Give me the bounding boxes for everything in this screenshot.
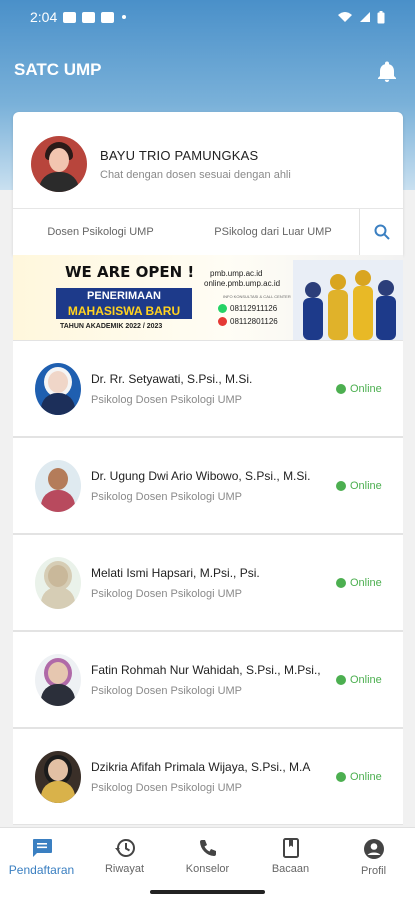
counselor-list: Dr. Rr. Setyawati, S.Psi., M.Si. Psikolo… xyxy=(13,340,403,825)
signal-icon xyxy=(360,12,370,22)
nav-konselor[interactable]: Konselor xyxy=(166,828,249,885)
nav-label: Konselor xyxy=(185,863,230,875)
counselor-name: Dr. Rr. Setyawati, S.Psi., M.Si. xyxy=(91,371,253,386)
banner-phone-1: 08112911126 xyxy=(230,304,278,313)
category-tabs: Dosen Psikologi UMP PSikolog dari Luar U… xyxy=(13,208,403,255)
gesture-area xyxy=(0,885,415,900)
banner-line-2: MAHASISWA BARU xyxy=(67,304,181,318)
counselor-name: Fatin Rohmah Nur Wahidah, S.Psi., M.Psi.… xyxy=(91,662,321,677)
whatsapp-icon xyxy=(218,304,227,313)
counselor-role: Psikolog Dosen Psikologi UMP xyxy=(91,490,243,503)
banner-website-2: online.pmb.ump.ac.id xyxy=(204,279,281,288)
banner-info-label: INFO KONSULTASI & CALL CENTER xyxy=(223,294,291,299)
wifi-icon xyxy=(338,12,352,22)
counselor-role: Psikolog Dosen Psikologi UMP xyxy=(91,684,243,697)
book-icon xyxy=(282,838,299,858)
counselor-name: Melati Ismi Hapsari, M.Psi., Psi. xyxy=(91,565,260,580)
search-button[interactable] xyxy=(359,209,403,255)
online-status: Online xyxy=(336,383,382,395)
banner-headline: WE ARE OPEN ! xyxy=(65,263,195,281)
nav-bacaan[interactable]: Bacaan xyxy=(249,828,332,885)
students-illustration xyxy=(293,260,403,340)
list-item[interactable]: Dr. Ugung Dwi Ario Wibowo, S.Psi., M.Si.… xyxy=(13,437,403,534)
app-title: SATC UMP xyxy=(14,60,102,79)
banner-tag: PENERIMAAN MAHASISWA BARU xyxy=(56,288,192,319)
list-item[interactable]: Dzikria Afifah Primala Wijaya, S.Psi., M… xyxy=(13,728,403,825)
online-status: Online xyxy=(336,674,382,686)
nav-profil[interactable]: Profil xyxy=(332,828,415,885)
admission-banner[interactable]: WE ARE OPEN ! PENERIMAAN MAHASISWA BARU … xyxy=(13,255,403,340)
notification-icon xyxy=(63,11,77,23)
battery-icon xyxy=(377,10,385,23)
youtube-icon xyxy=(82,11,96,23)
nav-label: Riwayat xyxy=(104,863,145,875)
counselor-name: Dr. Ugung Dwi Ario Wibowo, S.Psi., M.Si. xyxy=(91,468,311,483)
nav-label: Bacaan xyxy=(271,863,310,875)
gallery-icon xyxy=(101,11,115,23)
status-bar: 2:04 xyxy=(0,0,415,34)
user-name: BAYU TRIO PAMUNGKAS xyxy=(100,147,259,163)
online-status: Online xyxy=(336,480,382,492)
list-item[interactable]: Melati Ismi Hapsari, M.Psi., Psi. Psikol… xyxy=(13,534,403,631)
counselor-avatar xyxy=(35,459,81,512)
more-notifications-icon xyxy=(122,15,127,19)
counselor-avatar xyxy=(35,362,81,415)
chat-icon xyxy=(32,839,52,857)
counselor-role: Psikolog Dosen Psikologi UMP xyxy=(91,781,243,794)
user-subtitle: Chat dengan dosen sesuai dengan ahli xyxy=(100,168,291,181)
nav-label: Profil xyxy=(360,865,387,877)
tab-dosen-psikologi-ump[interactable]: Dosen Psikologi UMP xyxy=(13,226,188,238)
tab-psikolog-luar-ump[interactable]: PSikolog dari Luar UMP xyxy=(188,226,358,238)
bell-icon[interactable] xyxy=(375,60,399,84)
banner-year: TAHUN AKADEMIK 2022 / 2023 xyxy=(60,323,163,330)
phone-icon xyxy=(199,840,216,856)
user-avatar[interactable] xyxy=(31,136,87,192)
counselor-role: Psikolog Dosen Psikologi UMP xyxy=(91,587,243,600)
counselor-avatar xyxy=(35,556,81,609)
nav-label: Pendaftaran xyxy=(8,863,75,877)
counselor-name: Dzikria Afifah Primala Wijaya, S.Psi., M… xyxy=(91,759,311,774)
online-status: Online xyxy=(336,577,382,589)
banner-website-1: pmb.ump.ac.id xyxy=(210,269,263,278)
search-icon xyxy=(374,224,390,240)
nav-riwayat[interactable]: Riwayat xyxy=(83,828,166,885)
history-icon xyxy=(114,839,135,857)
online-status: Online xyxy=(336,771,382,783)
nav-pendaftaran[interactable]: Pendaftaran xyxy=(0,828,83,885)
counselor-avatar xyxy=(35,750,81,803)
list-item[interactable]: Fatin Rohmah Nur Wahidah, S.Psi., M.Psi.… xyxy=(13,631,403,728)
phone-call-icon xyxy=(218,317,227,326)
banner-line-1: PENERIMAAN xyxy=(87,290,161,302)
home-gesture-bar[interactable] xyxy=(150,890,265,894)
account-icon xyxy=(363,839,384,859)
counselor-role: Psikolog Dosen Psikologi UMP xyxy=(91,393,243,406)
status-time: 2:04 xyxy=(30,9,58,25)
bottom-navigation: Pendaftaran Riwayat Konselor Bacaan Prof… xyxy=(0,827,415,885)
counselor-avatar xyxy=(35,653,81,706)
banner-phone-2: 08112801126 xyxy=(230,317,278,326)
list-item[interactable]: Dr. Rr. Setyawati, S.Psi., M.Si. Psikolo… xyxy=(13,340,403,437)
